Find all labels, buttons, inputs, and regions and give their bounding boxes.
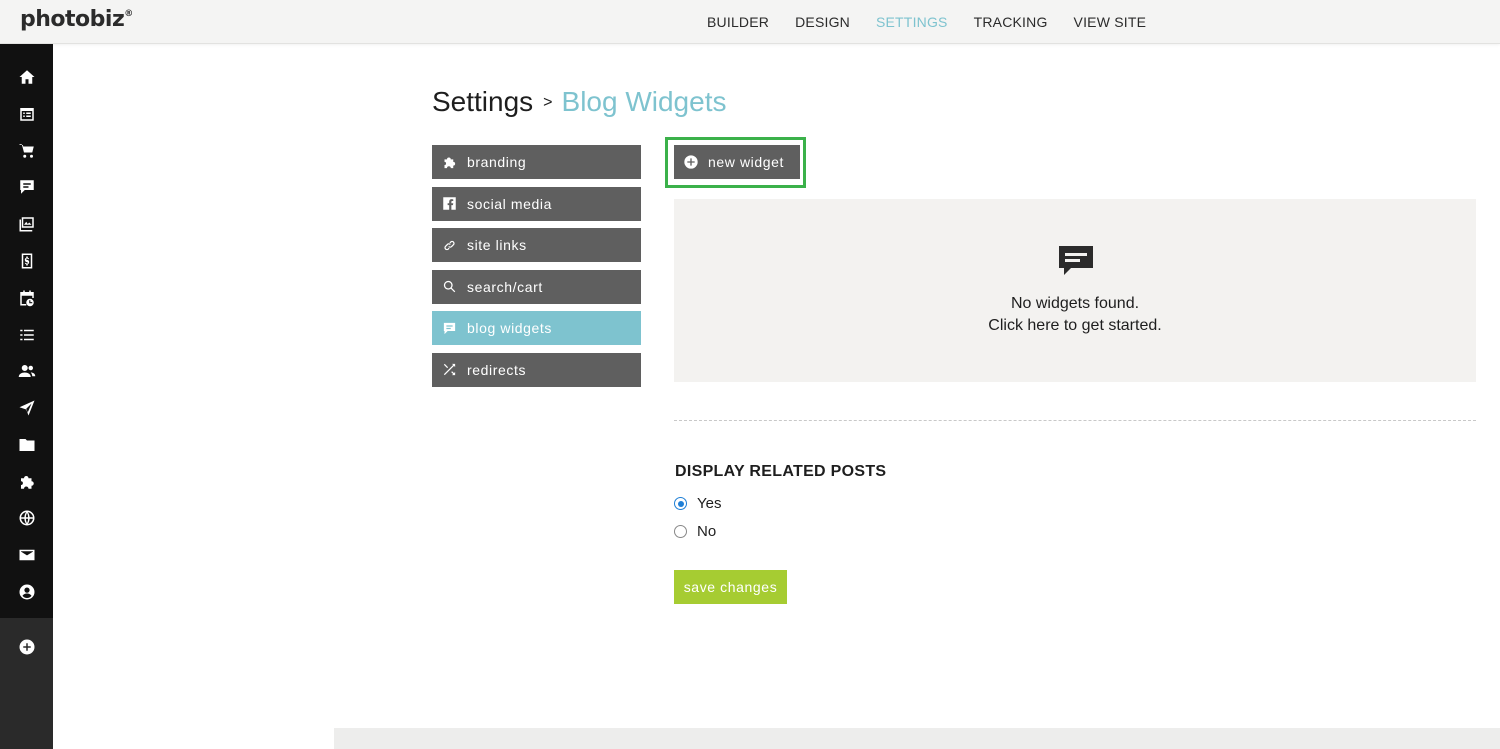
nav-builder[interactable]: BUILDER — [707, 14, 769, 30]
plus-circle-icon — [684, 155, 698, 169]
nav-settings[interactable]: SETTINGS — [876, 14, 948, 30]
settings-item-branding[interactable]: branding — [432, 145, 641, 179]
left-icon-rail — [0, 44, 53, 749]
list-icon[interactable] — [16, 324, 38, 346]
logo-text: photobiz — [20, 7, 125, 32]
settings-item-label: branding — [467, 154, 527, 170]
nav-design[interactable]: DESIGN — [795, 14, 850, 30]
globe-icon[interactable] — [16, 507, 38, 529]
related-posts-yes-option[interactable]: Yes — [674, 495, 721, 512]
settings-item-label: blog widgets — [467, 320, 553, 337]
related-posts-title: DISPLAY RELATED POSTS — [675, 463, 887, 480]
folder-icon[interactable] — [16, 434, 38, 456]
add-icon[interactable] — [16, 636, 38, 658]
empty-state-message: No widgets found. — [1010, 295, 1140, 312]
chat-icon[interactable] — [16, 176, 38, 198]
widgets-empty-state[interactable]: No widgets found. Click here to get star… — [674, 199, 1476, 382]
breadcrumb-separator: > — [543, 94, 553, 111]
calendar-list-icon[interactable] — [16, 103, 38, 125]
link-icon — [441, 237, 457, 253]
nav-view-site[interactable]: VIEW SITE — [1074, 14, 1147, 30]
radio-no[interactable] — [674, 525, 687, 538]
radio-yes-label: Yes — [697, 495, 722, 512]
radio-yes[interactable] — [674, 497, 687, 510]
settings-item-label: social media — [467, 195, 553, 212]
cart-icon[interactable] — [16, 140, 38, 162]
chat-icon — [1059, 246, 1093, 275]
invoice-icon[interactable] — [16, 250, 38, 272]
nav-tracking[interactable]: TRACKING — [974, 14, 1048, 30]
settings-item-label: site links — [467, 237, 527, 254]
settings-item-label: redirects — [467, 361, 527, 378]
logo-registered-mark: ® — [124, 8, 133, 19]
send-icon[interactable] — [16, 397, 38, 419]
puzzle-icon — [441, 154, 457, 170]
settings-item-search-cart[interactable]: search/cart — [432, 269, 641, 304]
puzzle-icon[interactable] — [16, 471, 38, 493]
new-widget-label: new widget — [708, 154, 785, 170]
related-posts-no-option[interactable]: No — [674, 523, 716, 540]
home-icon[interactable] — [16, 66, 38, 88]
gallery-icon[interactable] — [16, 213, 38, 235]
settings-item-redirects[interactable]: redirects — [432, 352, 641, 387]
mail-icon[interactable] — [16, 544, 38, 566]
settings-item-site-links[interactable]: site links — [432, 228, 641, 263]
new-widget-button[interactable]: new widget — [674, 145, 800, 179]
contacts-icon[interactable] — [16, 360, 38, 382]
settings-menu: branding social media site links search/… — [432, 145, 641, 395]
account-icon[interactable] — [16, 581, 38, 603]
search-icon — [441, 279, 457, 295]
settings-item-label: search/cart — [467, 278, 543, 295]
top-navigation: BUILDER DESIGN SETTINGS TRACKING VIEW SI… — [694, 0, 1159, 44]
shuffle-icon — [441, 362, 457, 378]
facebook-icon — [441, 196, 457, 212]
section-divider — [674, 420, 1476, 421]
photobiz-logo[interactable]: photobiz® — [20, 7, 133, 32]
settings-item-social-media[interactable]: social media — [432, 186, 641, 221]
top-bar: photobiz® BUILDER DESIGN SETTINGS TRACKI… — [0, 0, 1500, 44]
booking-icon[interactable] — [16, 287, 38, 309]
save-changes-button[interactable]: save changes — [674, 570, 787, 604]
footer-strip — [334, 728, 1500, 749]
radio-no-label: No — [697, 523, 717, 540]
breadcrumb: Settings > Blog Widgets — [432, 86, 726, 118]
page-title: Blog Widgets — [561, 86, 727, 117]
settings-item-blog-widgets[interactable]: blog widgets — [432, 311, 641, 346]
empty-state-cta[interactable]: Click here to get started. — [674, 317, 1476, 335]
chat-icon — [441, 320, 457, 336]
breadcrumb-settings[interactable]: Settings — [432, 86, 533, 118]
